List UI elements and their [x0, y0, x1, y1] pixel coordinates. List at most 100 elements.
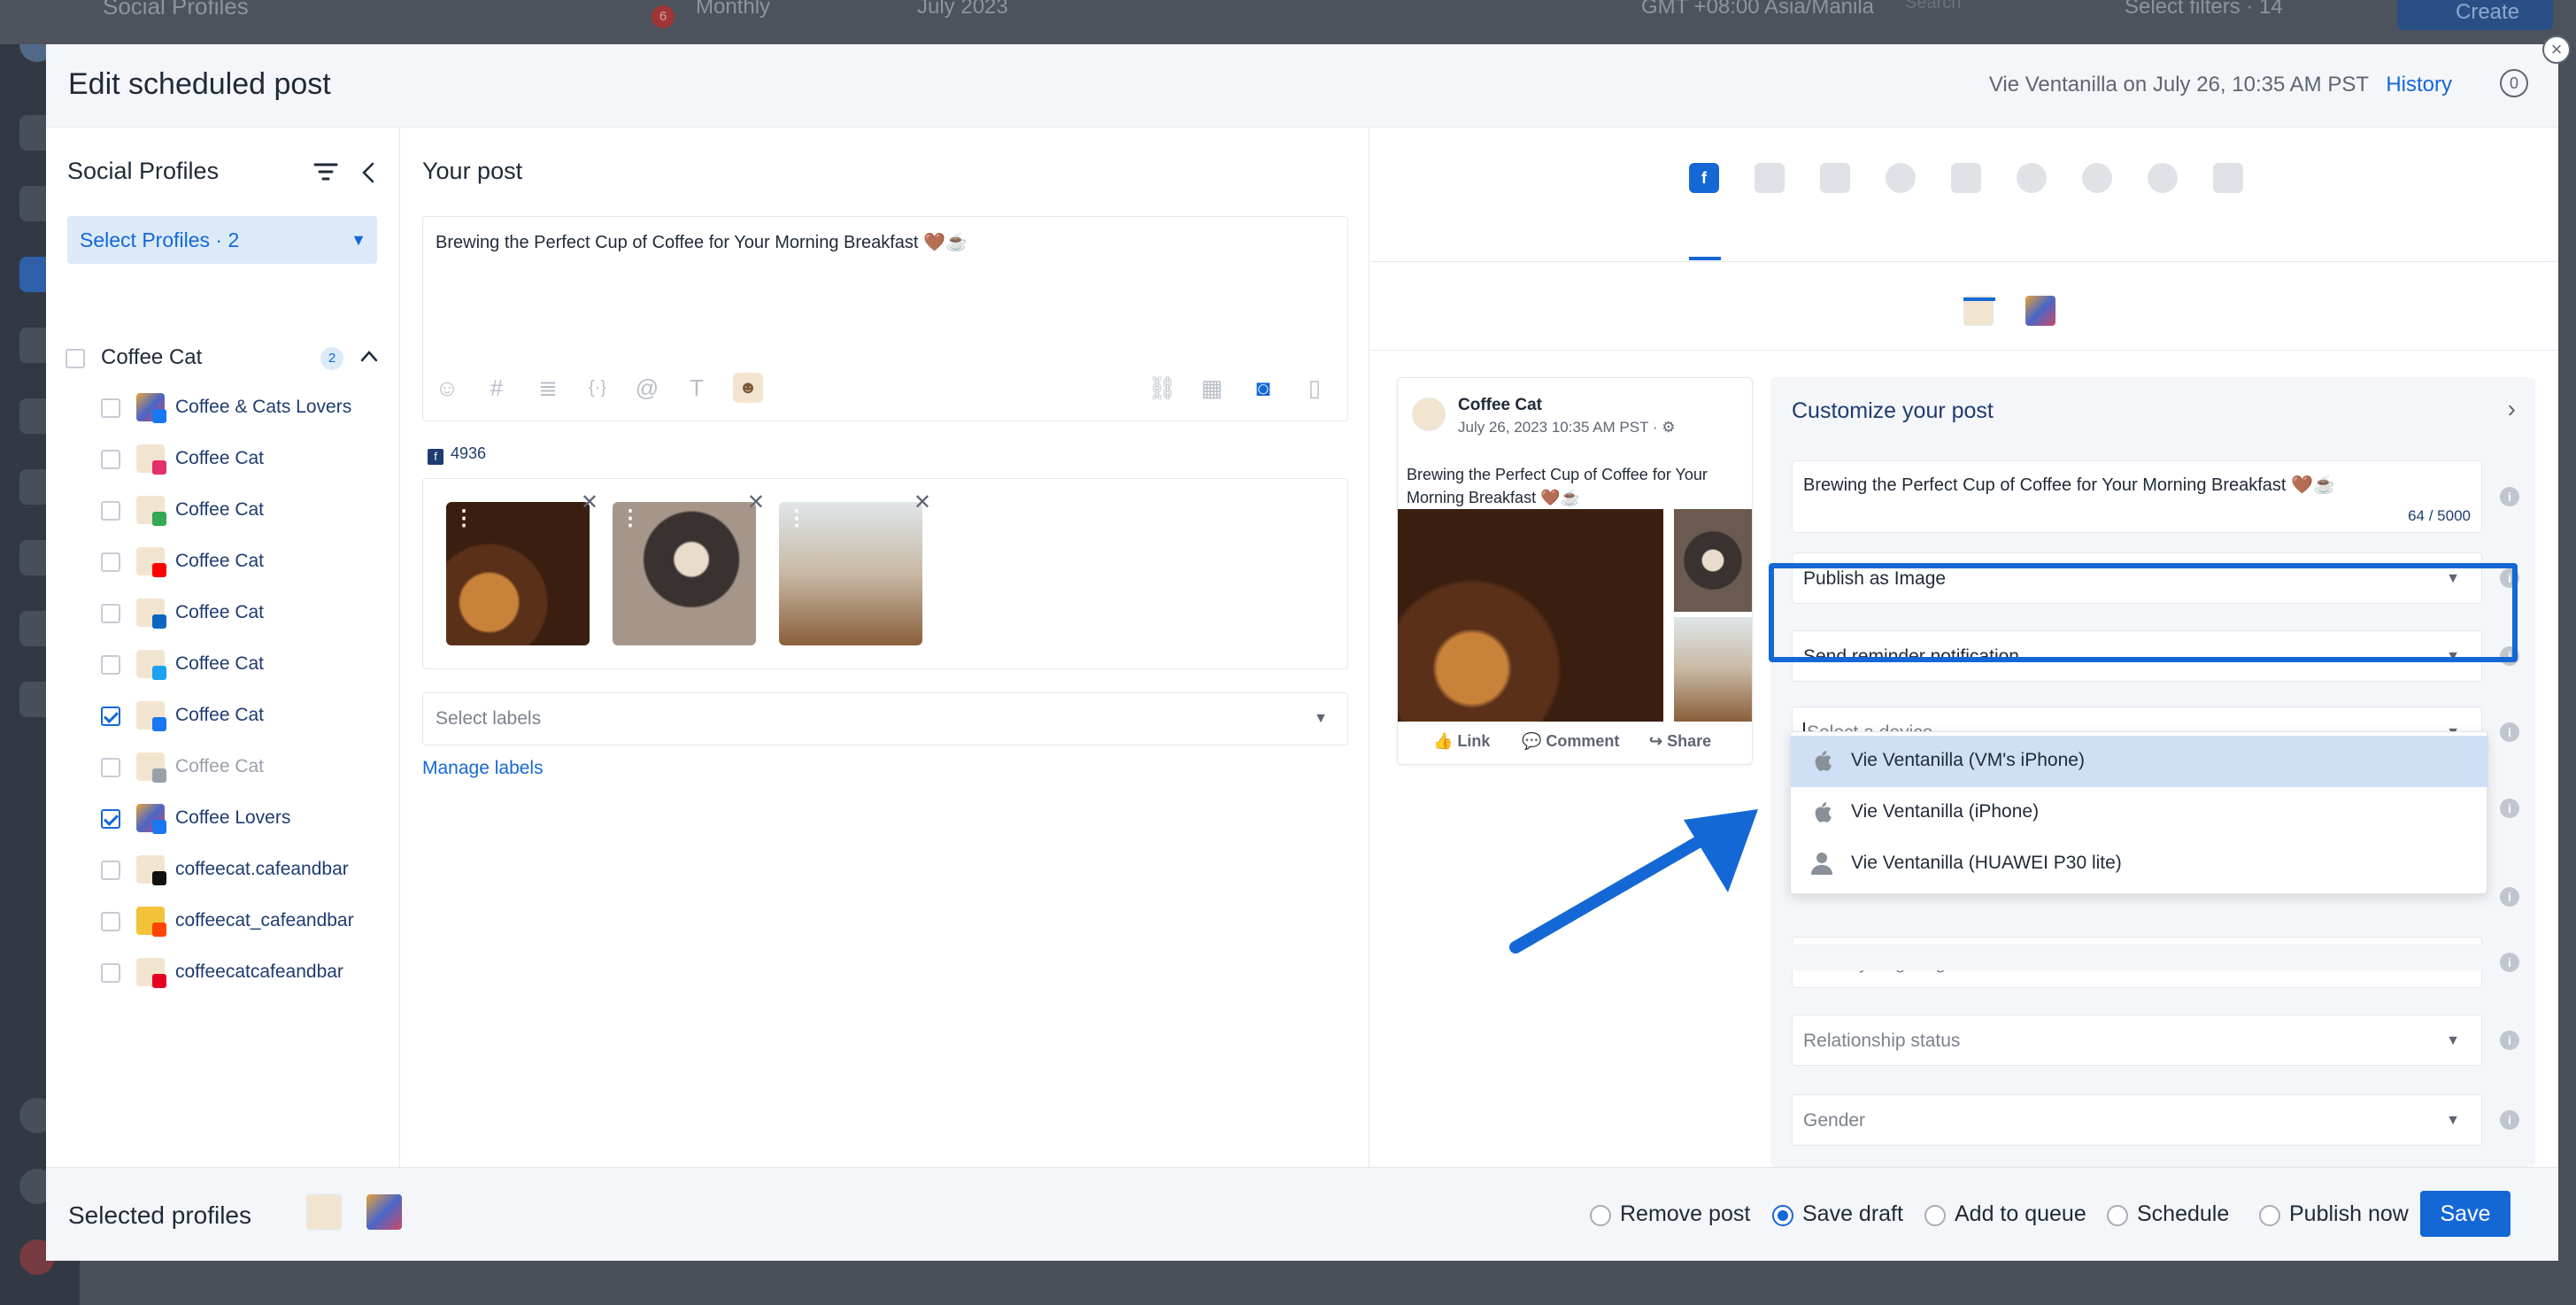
radio-label[interactable]: Schedule [2137, 1201, 2229, 1227]
media-thumb-1[interactable]: ⋮ ✕ [446, 490, 598, 645]
bg-timezone[interactable]: GMT +08:00 Asia/Manila [1641, 0, 1874, 19]
group-checkbox[interactable] [66, 349, 85, 368]
post-text[interactable]: Brewing the Perfect Cup of Coffee for Yo… [436, 231, 968, 253]
info-icon[interactable]: i [2500, 1110, 2519, 1130]
media-thumb-3[interactable]: ⋮ ✕ [779, 490, 931, 645]
variable-icon[interactable]: {·} [582, 373, 613, 403]
bg-filters[interactable]: Select filters · 14 [2125, 0, 2283, 19]
labels-select[interactable]: Select labels ▼ [422, 692, 1348, 745]
profile-row[interactable]: Coffee Cat [46, 590, 400, 641]
radio-label[interactable]: Publish now [2289, 1201, 2409, 1227]
tab-linkedin[interactable] [1820, 163, 1850, 193]
manage-labels-link[interactable]: Manage labels [422, 758, 544, 779]
more-icon[interactable]: ⋮ [786, 506, 807, 531]
tab-pinterest[interactable] [2148, 163, 2178, 193]
more-icon[interactable]: ⋮ [620, 506, 641, 531]
bg-view-mode[interactable]: Monthly [696, 0, 770, 19]
profile-row[interactable]: Coffee Cat [46, 641, 400, 692]
remove-icon[interactable]: ✕ [747, 490, 765, 515]
tab-tiktok[interactable] [2213, 163, 2243, 193]
radio-label[interactable]: Remove post [1620, 1201, 1750, 1227]
document-icon[interactable]: ▯ [1300, 373, 1330, 403]
tab-google[interactable] [2017, 163, 2047, 193]
profile-row[interactable]: coffeecatcafeandbar [46, 949, 400, 1000]
camera-icon[interactable]: ◙ [1248, 373, 1278, 403]
profile-checkbox[interactable] [101, 398, 120, 418]
profile-checkbox[interactable] [101, 963, 120, 983]
relationship-select[interactable]: Relationship status ▼ [1792, 1015, 2482, 1066]
like-button[interactable]: 👍 Link [1433, 732, 1490, 751]
radio-publish-now[interactable] [2259, 1205, 2280, 1226]
device-option[interactable]: Vie Ventanilla (HUAWEI P30 lite) [1791, 838, 2488, 890]
profile-row[interactable]: Coffee Cat [46, 538, 400, 590]
profile-checkbox[interactable] [101, 604, 120, 623]
radio-remove-post[interactable] [1590, 1205, 1611, 1226]
info-icon[interactable]: i [2500, 487, 2519, 506]
gender-select[interactable]: Gender ▼ [1792, 1094, 2482, 1146]
bg-create-button[interactable]: Create [2397, 0, 2553, 30]
hashtag-icon[interactable]: # [482, 373, 512, 403]
bg-search[interactable]: Search [1905, 0, 1961, 13]
profile-tab-coffee-lovers[interactable] [2025, 296, 2055, 326]
select-profiles-dropdown[interactable]: Select Profiles · 2 ▼ [67, 216, 377, 264]
profile-checkbox[interactable] [101, 861, 120, 880]
profile-checkbox[interactable] [101, 707, 120, 726]
more-icon[interactable]: ⋮ [453, 506, 474, 531]
video-icon[interactable]: ▦ [1197, 373, 1227, 403]
profile-row[interactable]: Coffee Cat [46, 487, 400, 538]
profile-checkbox[interactable] [101, 758, 120, 777]
info-icon[interactable]: i [2500, 953, 2519, 972]
device-option[interactable]: Vie Ventanilla (VM's iPhone) [1791, 736, 2488, 787]
profile-row[interactable]: Coffee Cat [46, 436, 400, 487]
remove-icon[interactable]: ✕ [914, 490, 931, 515]
profile-row[interactable]: Coffee Cat [46, 692, 400, 744]
tab-reddit[interactable] [2082, 163, 2112, 193]
customize-text[interactable]: Brewing the Perfect Cup of Coffee for Yo… [1803, 474, 2335, 496]
media-thumb-2[interactable]: ⋮ ✕ [613, 490, 765, 645]
radio-label[interactable]: Add to queue [1955, 1201, 2086, 1227]
radio-label[interactable]: Save draft [1802, 1201, 1903, 1227]
radio-add-to-queue[interactable] [1924, 1205, 1946, 1226]
info-icon[interactable]: i [2500, 1031, 2519, 1050]
customize-text-field[interactable]: Brewing the Perfect Cup of Coffee for Yo… [1792, 460, 2482, 533]
emoji-icon[interactable]: ☺ [432, 373, 462, 403]
profile-row[interactable]: Coffee & Cats Lovers [46, 384, 400, 436]
tab-facebook[interactable]: f [1689, 163, 1719, 193]
snippet-icon[interactable]: ≣ [533, 373, 563, 403]
profile-checkbox[interactable] [101, 501, 120, 521]
chevron-up-icon[interactable] [359, 349, 379, 363]
profile-row[interactable]: coffeecat_cafeandbar [46, 898, 400, 949]
info-icon[interactable]: i [2500, 722, 2519, 742]
info-icon[interactable]: i [2500, 887, 2519, 907]
share-button[interactable]: ↪ Share [1649, 732, 1711, 751]
post-editor[interactable]: Brewing the Perfect Cup of Coffee for Yo… [422, 216, 1348, 421]
remove-icon[interactable]: ✕ [581, 490, 598, 515]
close-icon[interactable]: × [2542, 35, 2571, 64]
radio-save-draft[interactable] [1772, 1205, 1793, 1226]
profile-checkbox[interactable] [101, 450, 120, 469]
link-icon[interactable]: ⛓ [1147, 373, 1177, 403]
radio-schedule[interactable] [2107, 1205, 2128, 1226]
save-button[interactable]: Save [2420, 1191, 2510, 1237]
tab-instagram[interactable] [1755, 163, 1785, 193]
chevron-right-icon[interactable]: › [2508, 395, 2516, 423]
ai-assistant-icon[interactable]: ☻ [733, 373, 763, 403]
profile-checkbox[interactable] [101, 552, 120, 572]
history-link[interactable]: History [2386, 73, 2452, 97]
profile-checkbox[interactable] [101, 655, 120, 675]
text-format-icon[interactable]: T [682, 373, 712, 403]
profile-checkbox[interactable] [101, 809, 120, 829]
bg-month[interactable]: July 2023 [917, 0, 1008, 19]
profile-row[interactable]: Coffee Lovers [46, 795, 400, 846]
info-icon[interactable]: i [2500, 799, 2519, 818]
collapse-left-icon[interactable] [359, 161, 377, 184]
filter-icon[interactable] [313, 161, 338, 182]
help-count-icon[interactable]: 0 [2500, 69, 2528, 97]
tab-youtube[interactable] [1951, 163, 1981, 193]
tab-twitter[interactable] [1886, 163, 1916, 193]
mention-icon[interactable]: @ [632, 373, 662, 403]
device-option[interactable]: Vie Ventanilla (iPhone) [1791, 787, 2488, 838]
comment-button[interactable]: 💬 Comment [1522, 732, 1619, 751]
profile-row[interactable]: coffeecat.cafeandbar [46, 846, 400, 898]
profile-checkbox[interactable] [101, 912, 120, 931]
